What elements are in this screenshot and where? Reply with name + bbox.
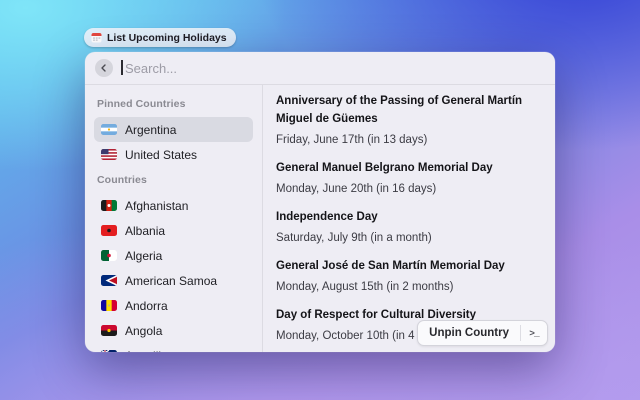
andorra-flag-icon	[101, 300, 117, 311]
american-samoa-flag-icon	[101, 275, 117, 286]
holiday-date: Monday, August 15th (in 2 months)	[276, 278, 539, 296]
country-label: United States	[125, 148, 197, 162]
algeria-flag-icon	[101, 250, 117, 261]
sidebar-item-american-samoa[interactable]: American Samoa	[94, 268, 253, 293]
country-label: Afghanistan	[125, 199, 188, 213]
sidebar-item-argentina[interactable]: Argentina	[94, 117, 253, 142]
country-label: Andorra	[125, 299, 168, 313]
main-window: Pinned Countries Argentina United States Co…	[85, 52, 555, 352]
back-button[interactable]	[95, 59, 113, 77]
sidebar-item-andorra[interactable]: Andorra	[94, 293, 253, 318]
terminal-prompt-icon: >_	[529, 328, 538, 339]
sidebar-item-albania[interactable]: Albania	[94, 218, 253, 243]
footer-actions: Unpin Country >_	[417, 320, 548, 346]
country-label: Albania	[125, 224, 165, 238]
desktop-background: List Upcoming Holidays Pinned Countries A…	[0, 0, 640, 400]
search-field-wrap	[121, 52, 545, 84]
united-states-flag-icon	[101, 149, 117, 160]
afghanistan-flag-icon	[101, 200, 117, 211]
launcher-tag[interactable]: List Upcoming Holidays	[84, 28, 236, 47]
holiday-item: Independence Day Saturday, July 9th (in a…	[276, 208, 539, 247]
detail-panel: Anniversary of the Passing of General Ma…	[263, 85, 555, 352]
holiday-title: Anniversary of the Passing of General Ma…	[276, 92, 539, 128]
sidebar-item-united-states[interactable]: United States	[94, 142, 253, 167]
text-cursor	[121, 60, 123, 75]
country-label: American Samoa	[125, 274, 217, 288]
country-label: Anguilla	[125, 349, 168, 353]
holiday-date: Monday, June 20th (in 16 days)	[276, 180, 539, 198]
launcher-tag-label: List Upcoming Holidays	[107, 32, 227, 44]
holiday-item: General Manuel Belgrano Memorial Day Mond…	[276, 159, 539, 198]
sidebar-item-angola[interactable]: Angola	[94, 318, 253, 343]
albania-flag-icon	[101, 225, 117, 236]
calendar-icon	[91, 32, 102, 43]
country-label: Argentina	[125, 123, 176, 137]
anguilla-flag-icon	[101, 350, 117, 352]
holiday-title: General Manuel Belgrano Memorial Day	[276, 159, 539, 177]
sidebar-item-algeria[interactable]: Algeria	[94, 243, 253, 268]
search-bar	[85, 52, 555, 85]
holiday-item: General José de San Martín Memorial Day M…	[276, 257, 539, 296]
unpin-country-button[interactable]: Unpin Country	[418, 321, 520, 345]
sidebar: Pinned Countries Argentina United States Co…	[85, 85, 263, 352]
argentina-flag-icon	[101, 124, 117, 135]
holiday-title: General José de San Martín Memorial Day	[276, 257, 539, 275]
country-label: Algeria	[125, 249, 162, 263]
sidebar-item-afghanistan[interactable]: Afghanistan	[94, 193, 253, 218]
holiday-date: Friday, June 17th (in 13 days)	[276, 131, 539, 149]
sidebar-item-anguilla[interactable]: Anguilla	[94, 343, 253, 352]
country-label: Angola	[125, 324, 162, 338]
search-input[interactable]	[121, 61, 545, 76]
holiday-item: Anniversary of the Passing of General Ma…	[276, 92, 539, 149]
chevron-left-icon	[100, 59, 108, 77]
holiday-title: Independence Day	[276, 208, 539, 226]
actions-shortcut-button[interactable]: >_	[521, 321, 547, 345]
section-header: Countries	[97, 174, 253, 186]
window-body: Pinned Countries Argentina United States Co…	[85, 85, 555, 352]
holiday-date: Saturday, July 9th (in a month)	[276, 229, 539, 247]
angola-flag-icon	[101, 325, 117, 336]
section-header: Pinned Countries	[97, 98, 253, 110]
holiday-list: Anniversary of the Passing of General Ma…	[276, 92, 539, 345]
